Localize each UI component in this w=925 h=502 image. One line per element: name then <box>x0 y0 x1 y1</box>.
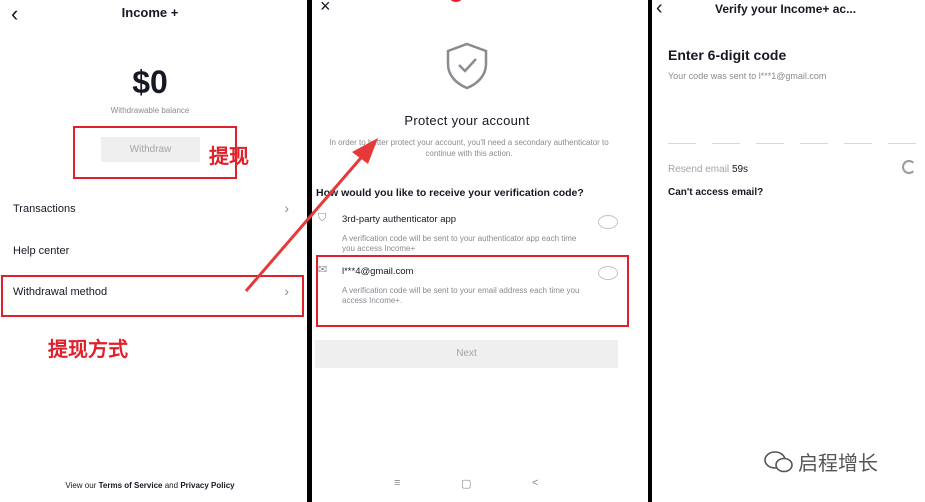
nav-back-icon[interactable]: < <box>532 477 538 489</box>
annotation-withdraw: 提现 <box>209 144 249 168</box>
code-digit-slot[interactable] <box>844 143 872 144</box>
page-title: Verify your Income+ ac... <box>715 2 857 16</box>
nav-home-icon[interactable]: ▢ <box>461 477 471 490</box>
balance-amount: $0 <box>132 64 168 100</box>
footer-and: and <box>164 481 179 490</box>
code-digit-slot[interactable] <box>888 143 916 144</box>
code-digit-slot[interactable] <box>712 143 740 144</box>
code-digit-slot[interactable] <box>756 143 784 144</box>
radio-authenticator[interactable] <box>598 215 618 229</box>
next-button[interactable]: Next <box>315 340 618 368</box>
income-panel: ‹ Income + $0 Withdrawable balance Withd… <box>0 0 307 502</box>
code-digit-slot[interactable] <box>800 143 828 144</box>
verify-email-panel: ‹ Verify your Income+ ac... Enter 6-digi… <box>652 0 925 502</box>
watermark-text: 启程增长 <box>798 451 878 475</box>
chevron-right-icon: › <box>284 200 289 216</box>
close-icon[interactable]: × <box>320 0 331 17</box>
description-text: In order to better protect your account,… <box>329 138 609 158</box>
shield-icon: ⛉ <box>318 212 327 224</box>
cant-access-email-link[interactable]: Can't access email? <box>668 187 763 198</box>
resend-label: Resend email <box>668 164 730 175</box>
code-subtitle: Your code was sent to l***1@gmail.com <box>668 71 827 81</box>
loading-spinner-icon <box>902 160 916 174</box>
resend-timer: 59s <box>731 164 749 175</box>
annotation-withdrawal-method: 提现方式 <box>48 337 128 361</box>
terms-link[interactable]: Terms of Service <box>99 481 163 490</box>
red-mark-icon <box>448 0 464 2</box>
page-title: Protect your account <box>404 113 530 128</box>
question-heading: How would you like to receive your verif… <box>316 187 584 199</box>
back-icon[interactable]: ‹ <box>656 0 663 20</box>
nav-menu-icon[interactable]: ≡ <box>394 477 400 489</box>
option-authenticator-label: 3rd-party authenticator app <box>342 214 457 225</box>
email-option-highlight-box <box>316 255 629 327</box>
menu-item-transactions[interactable]: Transactions › <box>13 200 293 216</box>
shield-check-icon <box>446 42 488 90</box>
protect-account-panel: × Protect your account In order to bette… <box>312 0 648 502</box>
privacy-link[interactable]: Privacy Policy <box>180 481 234 490</box>
option-authenticator-desc: A verification code will be sent to your… <box>342 234 577 253</box>
footer-prefix: View our <box>65 481 97 490</box>
menu-item-label: Help center <box>13 245 70 257</box>
code-digit-slot[interactable] <box>668 143 696 144</box>
wechat-icon <box>764 451 793 473</box>
balance-label: Withdrawable balance <box>110 106 190 115</box>
resend-email-text: Resend email 59s <box>668 164 748 175</box>
menu-item-help-center[interactable]: Help center <box>13 245 293 257</box>
menu-item-label: Transactions <box>13 203 76 215</box>
withdrawal-method-highlight-box <box>1 275 304 317</box>
code-heading: Enter 6-digit code <box>668 47 787 63</box>
page-title: Income + <box>121 5 179 20</box>
footer-legal: View our Terms of Service and Privacy Po… <box>0 481 300 490</box>
